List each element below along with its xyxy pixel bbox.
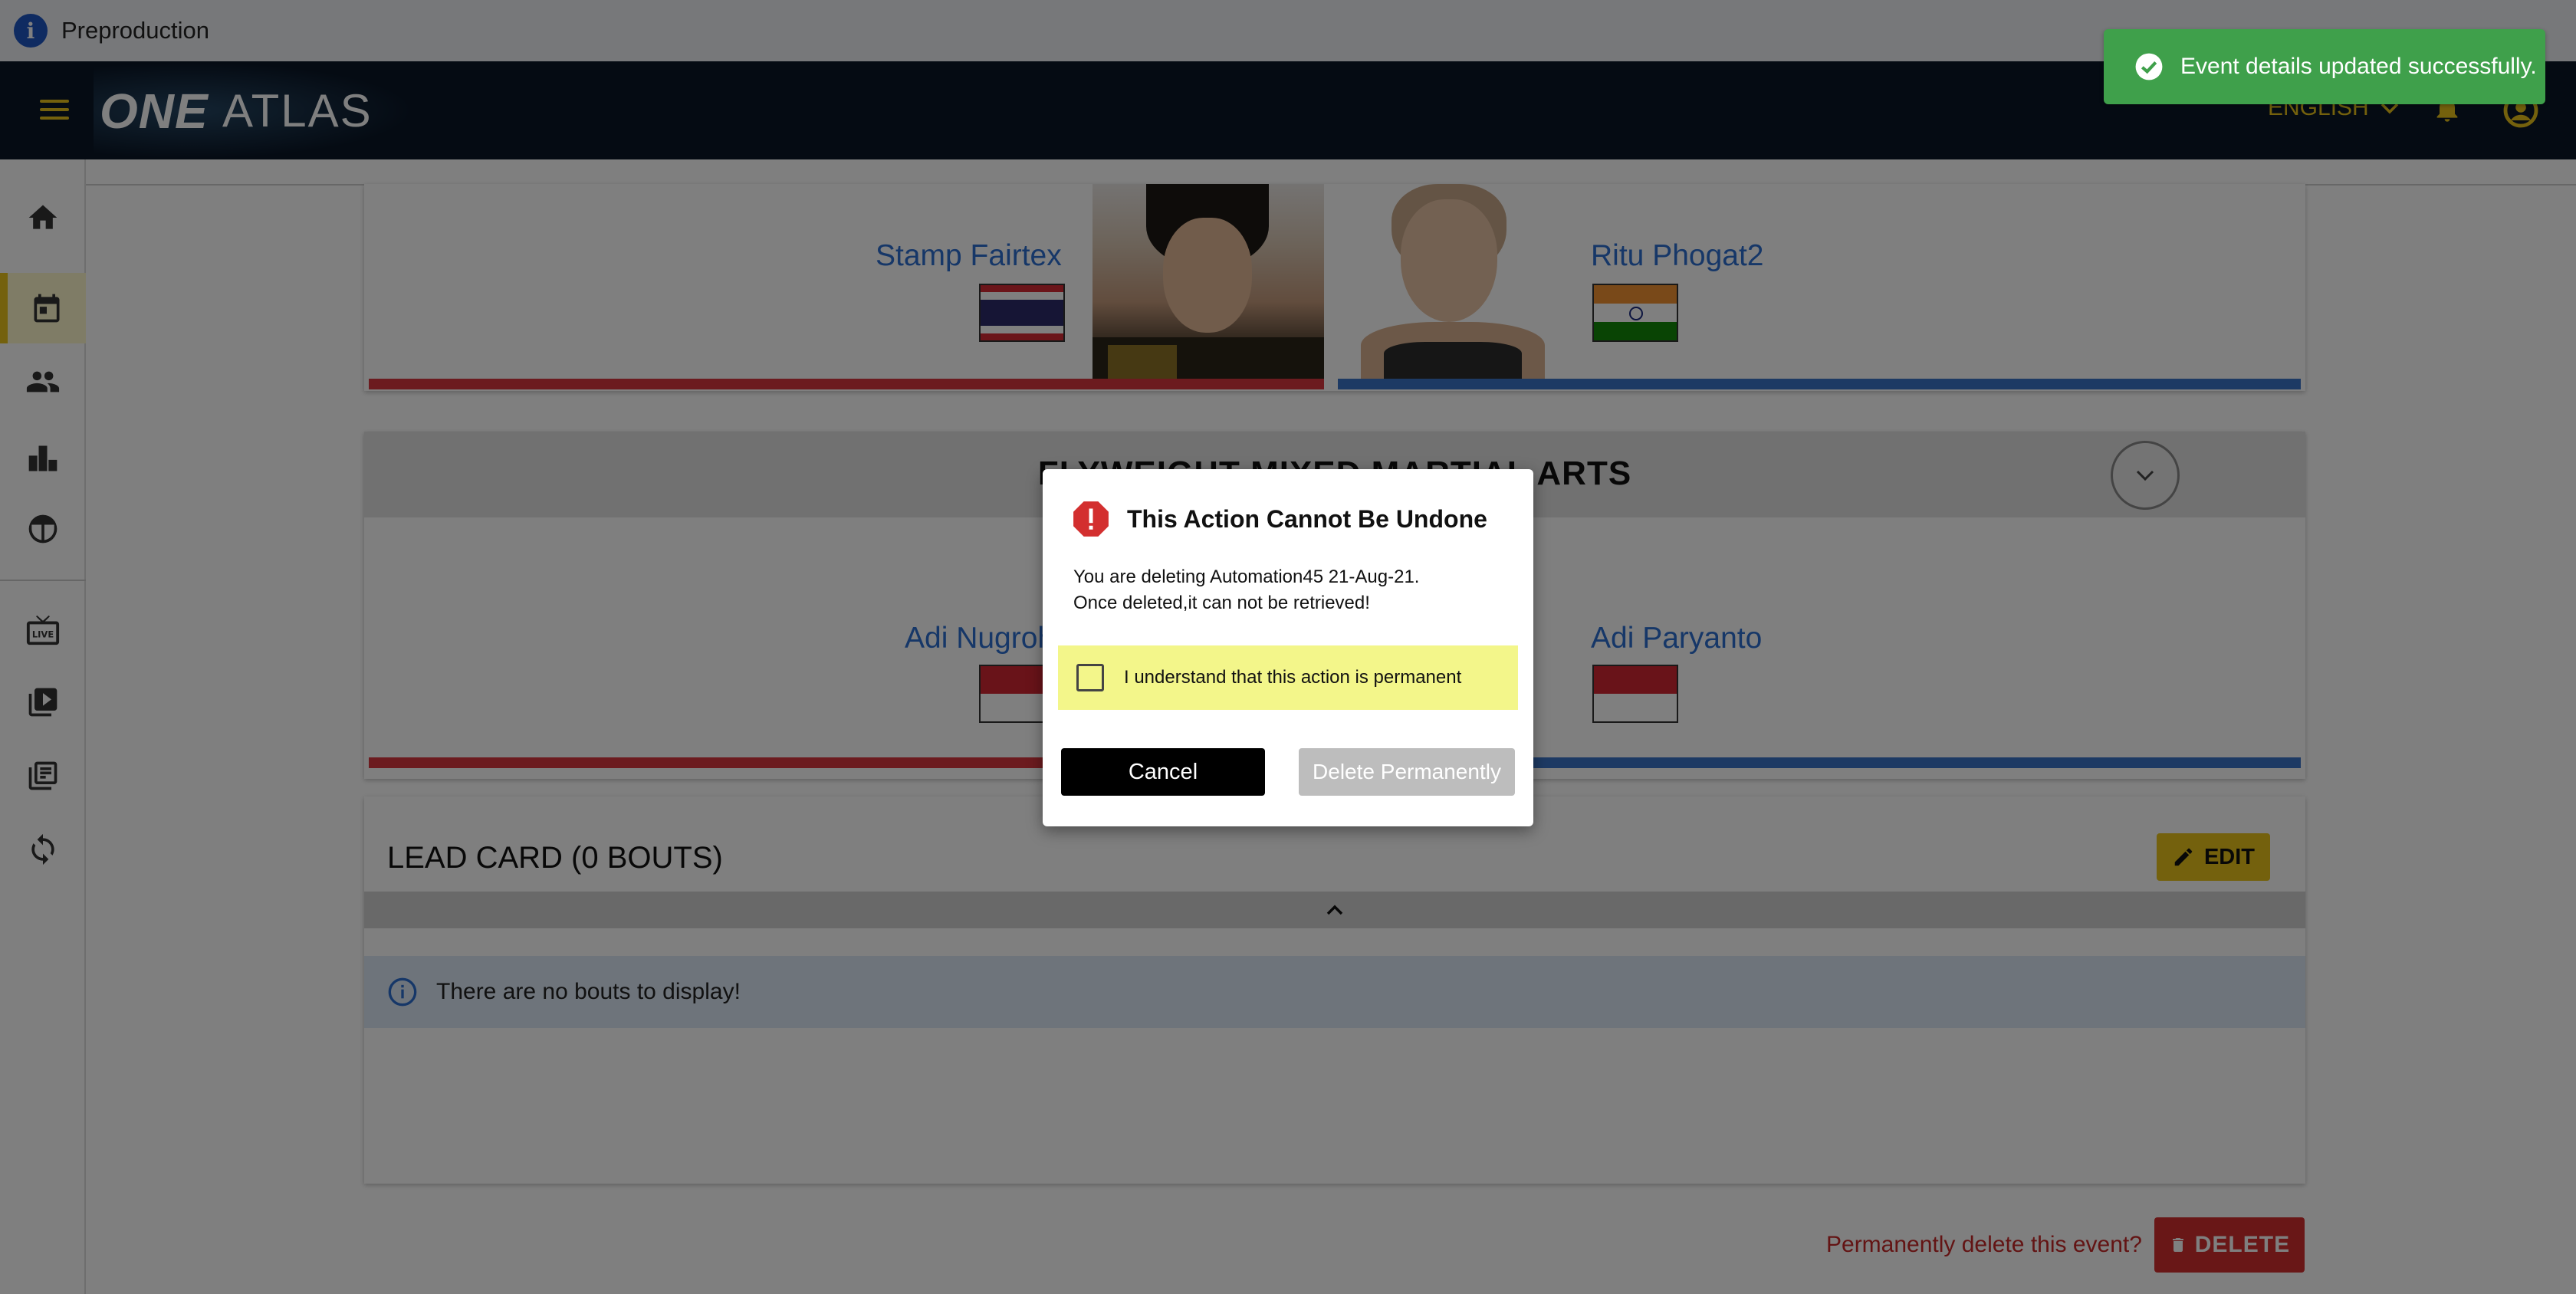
check-circle-icon <box>2135 53 2163 80</box>
dialog-header: This Action Cannot Be Undone <box>1072 500 1487 538</box>
confirm-checkbox-label[interactable]: I understand that this action is permane… <box>1124 667 1461 688</box>
delete-permanently-button[interactable]: Delete Permanently <box>1299 748 1515 796</box>
dialog-message-line: You are deleting Automation45 21-Aug-21. <box>1073 567 1420 587</box>
dialog-title: This Action Cannot Be Undone <box>1127 504 1487 533</box>
cancel-button[interactable]: Cancel <box>1061 748 1265 796</box>
confirm-checkbox-row[interactable]: I understand that this action is permane… <box>1058 645 1518 710</box>
confirm-checkbox[interactable] <box>1076 664 1104 691</box>
success-toast: Event details updated successfully. <box>2104 29 2545 104</box>
delete-confirm-dialog: This Action Cannot Be Undone You are del… <box>1043 469 1533 826</box>
error-octagon-icon <box>1073 501 1109 537</box>
dialog-message: You are deleting Automation45 21-Aug-21.… <box>1073 564 1419 616</box>
toast-message: Event details updated successfully. <box>2180 54 2537 79</box>
dialog-message-line: Once deleted,it can not be retrieved! <box>1073 593 1370 613</box>
